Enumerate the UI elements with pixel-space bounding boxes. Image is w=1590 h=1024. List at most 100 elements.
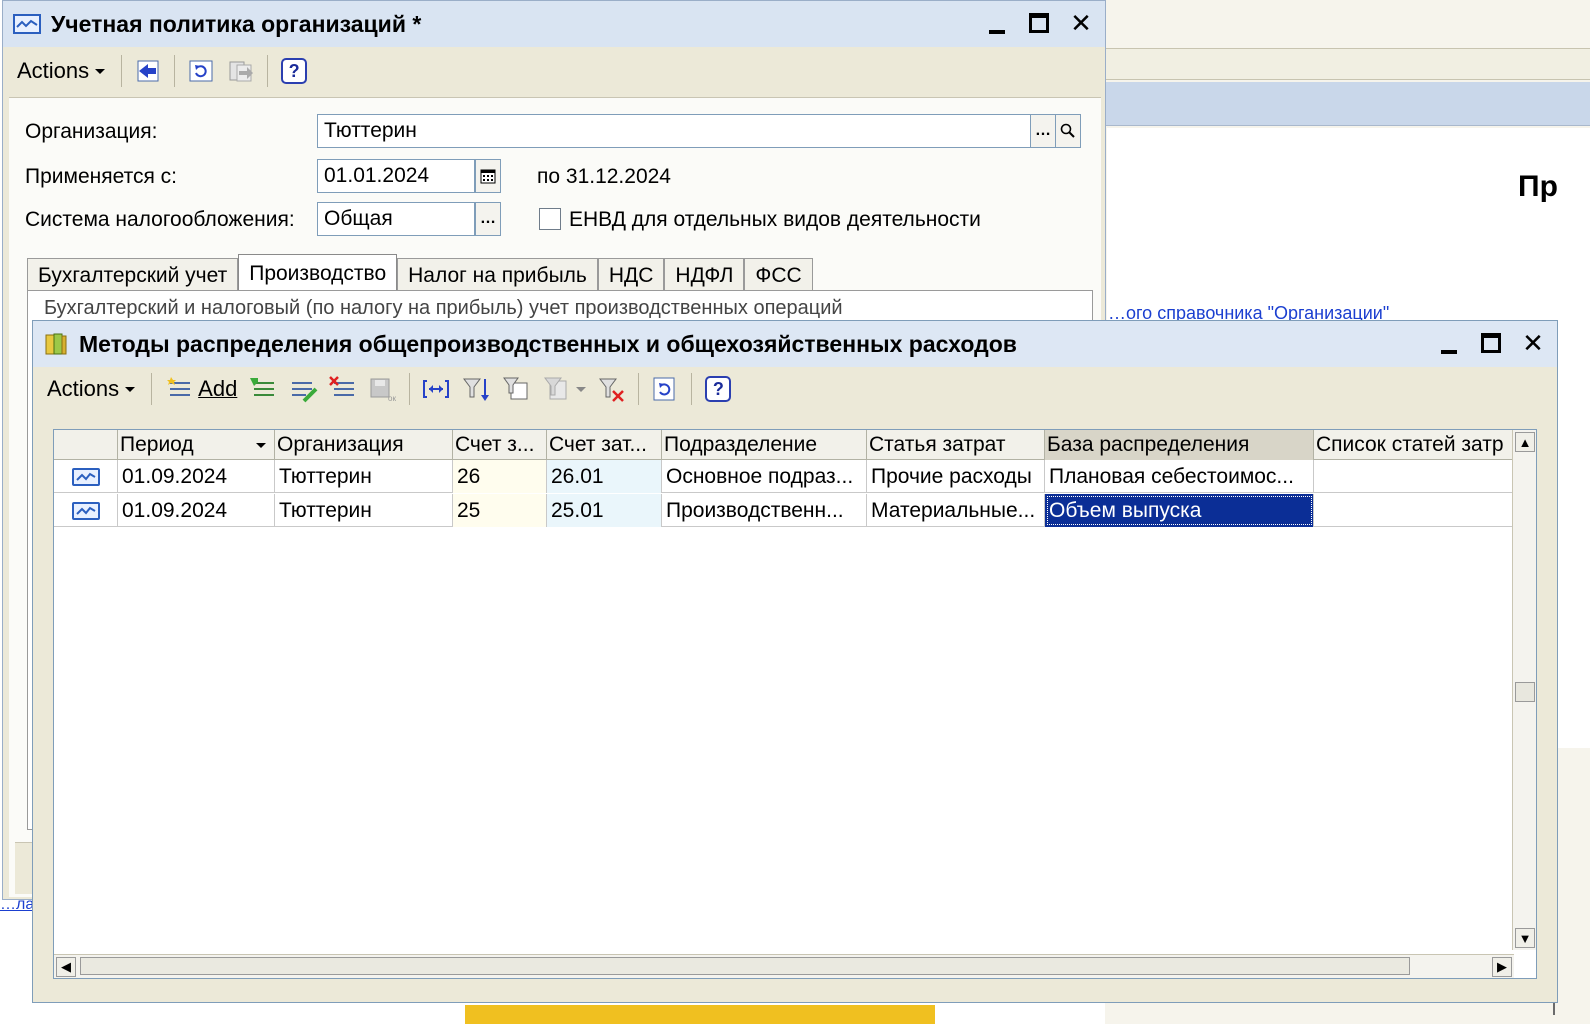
methods-window-titlebar[interactable]: Методы распределения общепроизводственны… bbox=[33, 321, 1557, 367]
tab-production[interactable]: Производство bbox=[238, 254, 398, 292]
cell-organization[interactable]: Тюттерин bbox=[275, 460, 453, 493]
filter-by-value-button[interactable] bbox=[498, 371, 534, 407]
cell-cost-item[interactable]: Материальные... bbox=[867, 494, 1045, 527]
toolbar-separator bbox=[151, 373, 153, 405]
actions-menu-button[interactable]: Actions bbox=[9, 53, 113, 89]
copy-row-button[interactable] bbox=[245, 371, 281, 407]
cell-cost-items-list[interactable] bbox=[1314, 494, 1513, 527]
organization-select-button[interactable]: … bbox=[1030, 114, 1056, 148]
organization-field[interactable]: Тюттерин bbox=[317, 114, 1031, 148]
vertical-scroll-thumb[interactable] bbox=[1515, 682, 1535, 702]
tab-fss[interactable]: ФСС bbox=[744, 258, 813, 292]
refresh-icon bbox=[189, 60, 213, 82]
column-header-period[interactable]: Период bbox=[118, 430, 275, 460]
tab-profit-tax[interactable]: Налог на прибыль bbox=[397, 258, 598, 292]
filter-history-button[interactable] bbox=[538, 371, 590, 407]
cell-distribution-base[interactable]: Плановая себестоимос... bbox=[1045, 460, 1314, 493]
scroll-left-icon[interactable]: ◀ bbox=[56, 957, 76, 977]
set-interval-button[interactable] bbox=[418, 371, 454, 407]
go-to-button[interactable] bbox=[223, 53, 259, 89]
cell-department[interactable]: Производственн... bbox=[662, 494, 867, 527]
copy-row-icon bbox=[250, 378, 275, 396]
scroll-right-icon[interactable]: ▶ bbox=[1492, 957, 1512, 977]
background-yellow-bar bbox=[465, 1005, 935, 1024]
cell-period[interactable]: 01.09.2024 bbox=[118, 494, 275, 527]
scroll-up-icon[interactable]: ▲ bbox=[1515, 432, 1535, 452]
actions-menu-button[interactable]: Actions bbox=[39, 371, 143, 407]
move-to-register-button[interactable] bbox=[130, 53, 166, 89]
help-button[interactable]: ? bbox=[276, 53, 312, 89]
table-row[interactable]: 01.09.2024 Тюттерин 26 26.01 Основное по… bbox=[54, 460, 1513, 493]
organization-label: Организация: bbox=[25, 120, 158, 143]
minimize-button[interactable] bbox=[985, 9, 1009, 37]
add-button[interactable]: Add bbox=[160, 371, 241, 407]
clear-filter-button[interactable] bbox=[594, 371, 630, 407]
background-toolbar-strip bbox=[1105, 48, 1590, 80]
cell-cost-items-list[interactable] bbox=[1314, 460, 1513, 493]
refresh-button[interactable] bbox=[647, 371, 683, 407]
cell-organization[interactable]: Тюттерин bbox=[275, 494, 453, 527]
tax-system-label: Система налогообложения: bbox=[25, 208, 295, 231]
maximize-button[interactable] bbox=[1479, 329, 1503, 357]
post-row-button[interactable]: ок bbox=[365, 371, 401, 407]
toolbar-separator bbox=[267, 55, 269, 87]
envd-checkbox[interactable] bbox=[539, 208, 561, 230]
tax-system-field[interactable]: Общая bbox=[317, 202, 475, 236]
column-header-cost-item[interactable]: Статья затрат bbox=[867, 430, 1045, 460]
methods-table[interactable]: Период Организация Счет з... Счет зат...… bbox=[53, 429, 1537, 979]
column-header-account-1[interactable]: Счет з... bbox=[453, 430, 547, 460]
organization-open-button[interactable] bbox=[1055, 114, 1081, 148]
close-button[interactable]: ✕ bbox=[1521, 328, 1545, 358]
policy-window-titlebar[interactable]: Учетная политика организаций * ✕ bbox=[3, 1, 1105, 47]
cell-period[interactable]: 01.09.2024 bbox=[118, 460, 275, 493]
caret-down-icon bbox=[125, 386, 136, 392]
clear-filter-icon bbox=[599, 378, 625, 402]
column-header-distribution-base[interactable]: База распределения bbox=[1045, 430, 1314, 460]
policy-window-title: Учетная политика организаций * bbox=[51, 10, 422, 37]
background-header-strip bbox=[1105, 82, 1590, 126]
tab-vat[interactable]: НДС bbox=[597, 258, 665, 292]
cell-account-2[interactable]: 26.01 bbox=[547, 460, 662, 493]
maximize-button[interactable] bbox=[1027, 9, 1051, 37]
envd-label[interactable]: ЕНВД для отдельных видов деятельности bbox=[569, 208, 981, 232]
column-header-account-2[interactable]: Счет зат... bbox=[547, 430, 662, 460]
cell-account-1[interactable]: 25 bbox=[453, 494, 547, 527]
cell-account-1[interactable]: 26 bbox=[453, 460, 547, 493]
cell-distribution-base-selected[interactable]: Объем выпуска bbox=[1045, 494, 1314, 527]
edit-row-button[interactable] bbox=[285, 371, 321, 407]
tab-ndfl[interactable]: НДФЛ bbox=[664, 258, 745, 292]
column-header-period-label: Период bbox=[120, 433, 194, 456]
tab-accounting[interactable]: Бухгалтерский учет bbox=[27, 258, 239, 292]
table-header: Период Организация Счет з... Счет зат...… bbox=[54, 430, 1513, 460]
arrow-left-icon bbox=[137, 60, 159, 82]
cell-cost-item[interactable]: Прочие расходы bbox=[867, 460, 1045, 493]
filter-sort-button[interactable] bbox=[458, 371, 494, 407]
help-button[interactable]: ? bbox=[700, 371, 736, 407]
table-row[interactable]: 01.09.2024 Тюттерин 25 25.01 Производств… bbox=[54, 494, 1513, 527]
svg-text:ок: ок bbox=[388, 394, 396, 403]
methods-toolbar: Actions Add ок ? bbox=[39, 367, 1551, 411]
column-header-icon bbox=[54, 430, 118, 460]
close-button[interactable]: ✕ bbox=[1069, 8, 1093, 38]
tax-system-select-button[interactable]: … bbox=[475, 202, 501, 236]
vertical-scrollbar[interactable]: ▲ ▼ bbox=[1512, 430, 1536, 950]
magnifier-icon bbox=[1060, 123, 1075, 138]
sort-desc-icon bbox=[256, 442, 266, 448]
horizontal-scroll-thumb[interactable] bbox=[80, 957, 1410, 975]
production-section-heading: Бухгалтерский и налоговый (по налогу на … bbox=[44, 297, 843, 319]
interval-icon bbox=[423, 380, 450, 398]
delete-row-button[interactable] bbox=[325, 371, 361, 407]
minimize-button[interactable] bbox=[1437, 329, 1461, 357]
applies-from-date-field[interactable]: 01.01.2024 bbox=[317, 159, 475, 193]
horizontal-scrollbar[interactable]: ◀ ▶ bbox=[54, 954, 1514, 978]
cell-account-2[interactable]: 25.01 bbox=[547, 494, 662, 527]
refresh-button[interactable] bbox=[183, 53, 219, 89]
column-header-department[interactable]: Подразделение bbox=[662, 430, 867, 460]
toolbar-separator bbox=[638, 373, 640, 405]
scroll-down-icon[interactable]: ▼ bbox=[1515, 928, 1535, 948]
window-icon bbox=[13, 14, 41, 34]
column-header-organization[interactable]: Организация bbox=[275, 430, 453, 460]
calendar-button[interactable] bbox=[475, 159, 501, 193]
column-header-cost-items-list[interactable]: Список статей затр bbox=[1314, 430, 1513, 460]
cell-department[interactable]: Основное подраз... bbox=[662, 460, 867, 493]
